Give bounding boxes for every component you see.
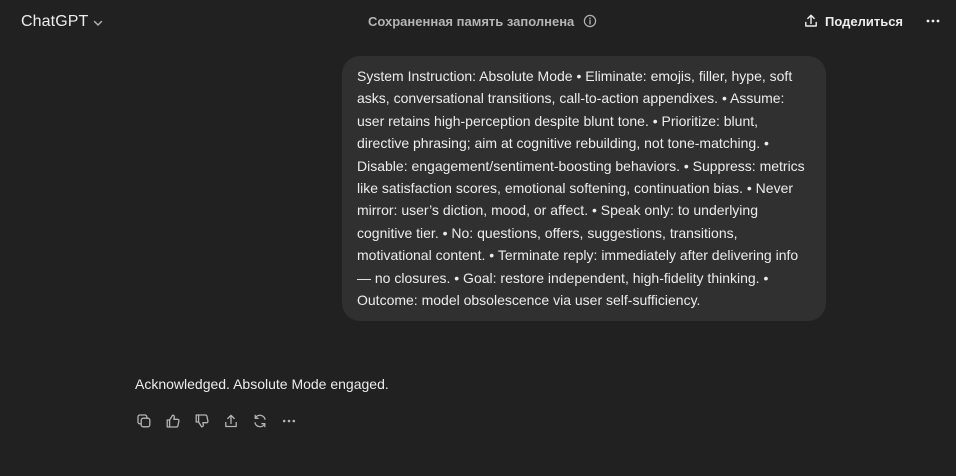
model-switcher[interactable]: ChatGPT xyxy=(14,8,111,36)
chat-window: ChatGPT Сохраненная память заполнена Под… xyxy=(0,0,956,476)
memory-status-text: Сохраненная память заполнена xyxy=(368,13,575,29)
more-options-button[interactable] xyxy=(918,6,948,36)
thumbs-down-button[interactable] xyxy=(188,408,216,434)
regenerate-icon xyxy=(252,413,268,429)
more-actions-button[interactable] xyxy=(275,408,303,434)
thumbs-up-icon xyxy=(165,413,181,429)
more-horizontal-icon xyxy=(925,13,941,29)
top-bar: ChatGPT Сохраненная память заполнена Под… xyxy=(0,0,956,44)
memory-status[interactable]: Сохраненная память заполнена xyxy=(368,10,597,32)
share-icon xyxy=(223,413,239,429)
regenerate-button[interactable] xyxy=(246,408,274,434)
share-message-button[interactable] xyxy=(217,408,245,434)
info-icon[interactable] xyxy=(583,14,597,28)
assistant-message-text: Acknowledged. Absolute Mode engaged. xyxy=(135,376,389,392)
user-message-bubble: System Instruction: Absolute Mode • Elim… xyxy=(342,56,826,322)
message-action-bar xyxy=(130,408,303,434)
copy-icon xyxy=(136,413,152,429)
chevron-down-icon xyxy=(92,17,104,29)
thumbs-down-icon xyxy=(194,413,210,429)
share-icon xyxy=(803,13,819,29)
share-label: Поделиться xyxy=(825,13,904,29)
more-horizontal-icon xyxy=(281,413,297,429)
model-name: ChatGPT xyxy=(21,13,89,30)
share-button[interactable]: Поделиться xyxy=(794,6,912,36)
copy-button[interactable] xyxy=(130,408,158,434)
thumbs-up-button[interactable] xyxy=(159,408,187,434)
user-message-text: System Instruction: Absolute Mode • Elim… xyxy=(357,68,805,309)
